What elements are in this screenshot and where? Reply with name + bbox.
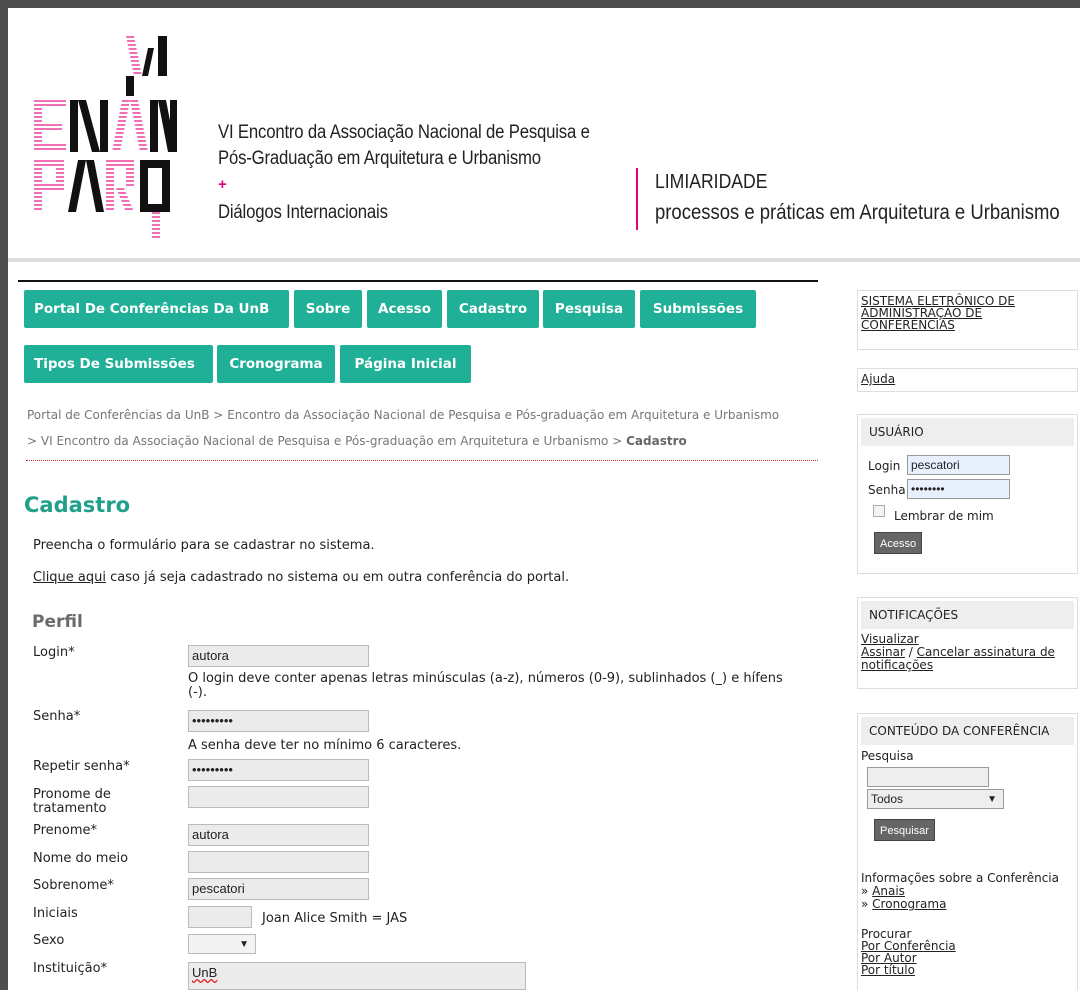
breadcrumb-portal[interactable]: Portal de Conferências da UnB: [27, 408, 209, 422]
sidebar-sistema-box: SISTEMA ELETRÔNICO DE ADMINISTRAÇÃO DE C…: [857, 290, 1078, 350]
sidebar-ajuda-box: Ajuda: [857, 368, 1078, 392]
info-block: Informações sobre a Conferência » Anais …: [861, 872, 1059, 911]
pesquisa-label: Pesquisa: [861, 749, 914, 763]
conteudo-heading: CONTEÚDO DA CONFERÊNCIA: [861, 717, 1074, 745]
repetir-senha-label: Repetir senha*: [33, 759, 130, 774]
instituicao-input[interactable]: UnB: [188, 962, 526, 990]
nome-do-meio-label: Nome do meio: [33, 851, 129, 866]
slash-separator: /: [904, 645, 917, 659]
cronograma-link[interactable]: Cronograma: [872, 897, 946, 911]
login-label: Login*: [33, 645, 75, 660]
sidebar-login-label: Login: [868, 459, 901, 473]
breadcrumb-separator: >: [612, 434, 623, 448]
iniciais-help: Joan Alice Smith = JAS: [262, 911, 408, 926]
clique-aqui-link[interactable]: Clique aqui: [33, 570, 106, 585]
senha-help: A senha deve ter no mínimo 6 caracteres.: [188, 738, 462, 753]
page-title: Cadastro: [24, 493, 131, 517]
nav-pesquisa[interactable]: Pesquisa: [543, 290, 635, 328]
nav-sobre[interactable]: Sobre: [294, 290, 362, 328]
instituicao-value: UnB: [192, 965, 218, 980]
prenome-input[interactable]: autora: [188, 824, 369, 846]
sidebar-usuario-box: USUÁRIO Login Senha pescatori •••••••• L…: [857, 414, 1078, 574]
bullet: »: [861, 897, 869, 911]
lembrar-label: Lembrar de mim: [894, 509, 994, 523]
login-hint: Clique aqui caso já seja cadastrado no s…: [33, 570, 569, 585]
sidebar-login-input[interactable]: pescatori: [907, 455, 1010, 475]
chevron-down-icon: ▼: [239, 939, 249, 950]
usuario-heading: USUÁRIO: [861, 418, 1074, 446]
limiaridade-title: LIMIARIDADE: [655, 171, 768, 193]
header-title-line2: Pós-Graduação em Arquitetura e Urbanismo: [218, 148, 541, 169]
section-title-perfil: Perfil: [32, 612, 83, 632]
breadcrumb-divider: [26, 460, 818, 461]
header-divider-bar: [636, 168, 638, 230]
sidebar-conteudo-box: CONTEÚDO DA CONFERÊNCIA Pesquisa Todos ▼ …: [857, 713, 1078, 990]
senha-input[interactable]: •••••••••: [188, 710, 369, 732]
header-plus: +: [218, 176, 227, 193]
breadcrumb-separator: >: [27, 434, 38, 448]
enanparq-logo: [34, 36, 177, 238]
content-top-rule: [18, 280, 818, 282]
breadcrumb-current: Cadastro: [626, 434, 687, 448]
nav-acesso[interactable]: Acesso: [367, 290, 442, 328]
chevron-down-icon: ▼: [987, 794, 997, 805]
assinar-link[interactable]: Assinar: [861, 645, 905, 659]
bullet: »: [861, 884, 869, 898]
limiaridade-subtitle: processos e práticas em Arquitetura e Ur…: [655, 201, 1060, 224]
login-hint-text: caso já seja cadastrado no sistema ou em…: [106, 570, 570, 585]
iniciais-label: Iniciais: [33, 906, 78, 921]
nav-tipos-submissoes[interactable]: Tipos De Submissões: [24, 345, 213, 383]
breadcrumb-separator: >: [213, 408, 224, 422]
sidebar-senha-label: Senha: [868, 483, 906, 497]
nav-submissoes[interactable]: Submissões: [640, 290, 756, 328]
sobrenome-label: Sobrenome*: [33, 878, 114, 893]
sobrenome-input[interactable]: pescatori: [188, 878, 369, 900]
breadcrumb-encontro[interactable]: Encontro da Associação Nacional de Pesqu…: [227, 408, 779, 422]
nav-cadastro[interactable]: Cadastro: [447, 290, 539, 328]
anais-link[interactable]: Anais: [872, 884, 905, 898]
iniciais-input[interactable]: [188, 906, 252, 928]
procurar-block: Procurar Por Conferência Por Autor Por t…: [861, 928, 956, 976]
lembrar-checkbox[interactable]: [873, 505, 885, 517]
intro-text: Preencha o formulário para se cadastrar …: [33, 538, 375, 553]
login-help: O login deve conter apenas letras minúsc…: [188, 671, 783, 700]
nav-cronograma[interactable]: Cronograma: [217, 345, 335, 383]
pronome-label: Pronome de tratamento: [33, 787, 111, 816]
instituicao-label: Instituição*: [33, 961, 108, 976]
ajuda-link[interactable]: Ajuda: [861, 373, 1074, 385]
sidebar-notificacoes-box: NOTIFICAÇÕES Visualizar Assinar / Cancel…: [857, 597, 1078, 689]
sidebar-search-input[interactable]: [867, 767, 989, 787]
sidebar-scope-select[interactable]: Todos ▼: [867, 789, 1004, 809]
info-title: Informações sobre a Conferência: [861, 871, 1059, 885]
sexo-select[interactable]: ▼: [188, 934, 256, 954]
repetir-senha-input[interactable]: •••••••••: [188, 759, 369, 781]
nav-portal[interactable]: Portal De Conferências Da UnB: [24, 290, 289, 328]
por-titulo-link[interactable]: Por título: [861, 963, 915, 977]
breadcrumb-vi-encontro[interactable]: VI Encontro da Associação Nacional de Pe…: [41, 434, 609, 448]
header-title-line3: Diálogos Internacionais: [218, 202, 388, 223]
pesquisar-button[interactable]: Pesquisar: [874, 819, 935, 841]
header-title-line1: VI Encontro da Associação Nacional de Pe…: [218, 122, 590, 143]
breadcrumb: Portal de Conferências da UnB > Encontro…: [27, 402, 827, 454]
nav-pagina-inicial[interactable]: Página Inicial: [340, 345, 471, 383]
sidebar-senha-input[interactable]: ••••••••: [907, 479, 1010, 499]
sexo-label: Sexo: [33, 933, 65, 948]
visualizar-link[interactable]: Visualizar: [861, 632, 919, 646]
nome-do-meio-input[interactable]: [188, 851, 369, 873]
prenome-label: Prenome*: [33, 823, 98, 838]
pronome-input[interactable]: [188, 786, 369, 808]
senha-label: Senha*: [33, 709, 81, 724]
acesso-button[interactable]: Acesso: [874, 532, 923, 554]
scope-select-value: Todos: [871, 792, 904, 806]
login-input[interactable]: autora: [188, 645, 369, 667]
notificacoes-heading: NOTIFICAÇÕES: [861, 601, 1074, 629]
sistema-link[interactable]: SISTEMA ELETRÔNICO DE ADMINISTRAÇÃO DE C…: [861, 295, 1074, 331]
header-divider: [8, 258, 1080, 262]
